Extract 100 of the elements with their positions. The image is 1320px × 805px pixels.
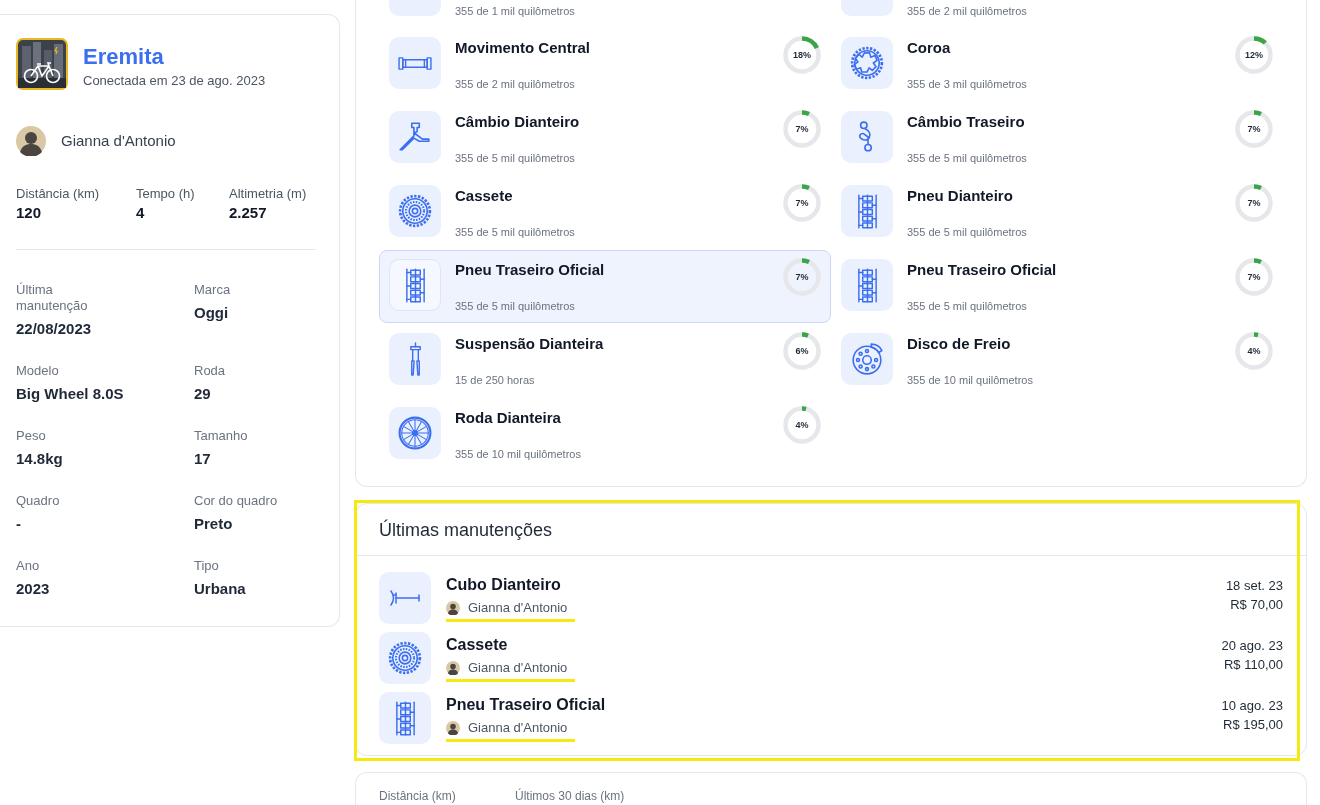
bike-illustration (16, 38, 68, 90)
detail-label: Roda (194, 363, 226, 379)
component-name: Pneu Dianteiro (907, 187, 1014, 205)
detail-value: 22/08/2023 (16, 320, 92, 338)
detail-label: Tipo (194, 558, 219, 574)
mechanic-name: Gianna d'Antonio (468, 720, 568, 736)
usage-percent: 6% (795, 346, 809, 356)
component-item[interactable]: Disco de Freio 355 de 10 mil quilômetros 4% (831, 324, 1283, 397)
detail-value: Oggi (194, 304, 229, 322)
avatar-icon (446, 601, 460, 615)
component-usage: 355 de 5 mil quilômetros (907, 151, 1028, 165)
stat-label: Altimetria (m) (229, 186, 308, 202)
detail-label: Última manutenção (16, 282, 89, 314)
owner-name: Gianna d'Antonio (61, 132, 176, 150)
component-name: Movimento Central (455, 39, 591, 57)
usage-percent: 18% (793, 50, 811, 60)
component-item[interactable]: Movimento Central 355 de 2 mil quilômetros 18% (379, 28, 831, 101)
cassette-icon (389, 185, 441, 237)
usage-percent: 4% (795, 420, 809, 430)
component-item[interactable]: Roda Dianteira 355 de 10 mil quilômetros 4% (379, 398, 831, 471)
tire-tread-icon (389, 259, 441, 311)
component-name: Câmbio Traseiro (907, 113, 1026, 131)
avatar-icon (446, 661, 460, 675)
detail-label: Peso (16, 428, 46, 444)
fork-icon (389, 333, 441, 385)
detail-value: 2023 (16, 580, 50, 598)
component-item[interactable]: Coroa 355 de 3 mil quilômetros 12% (831, 28, 1283, 101)
maintenance-price: R$ 110,00 (1223, 656, 1283, 673)
mechanic-name: Gianna d'Antonio (468, 660, 568, 676)
usage-percent: 7% (795, 198, 809, 208)
tire-tread-icon (841, 185, 893, 237)
component-usage: 355 de 1 mil quilômetros (455, 4, 575, 18)
component-usage: 355 de 10 mil quilômetros (907, 373, 1034, 387)
detail-label: Modelo (16, 363, 59, 379)
stat-label: Distância (km) (16, 186, 101, 202)
usage-percent: 7% (795, 272, 809, 282)
maintenance-part: Pneu Traseiro Oficial (446, 695, 606, 714)
component-item[interactable]: Pneu Traseiro Oficial 355 de 5 mil quilômetros 7% (379, 250, 831, 323)
component-item[interactable]: Suspensão Dianteira 15 de 250 horas 6% (379, 324, 831, 397)
component-name: Suspensão Dianteira (455, 335, 605, 353)
chainring-icon (841, 37, 893, 89)
component-item[interactable]: Câmbio Traseiro 355 de 5 mil quilômetros 7% (831, 102, 1283, 175)
component-item[interactable]: Pneu Dianteiro 355 de 5 mil quilômetros 7% (831, 176, 1283, 249)
section-title: Últimas manutenções (379, 518, 553, 541)
stat-label: Tempo (h) (136, 186, 196, 202)
usage-percent: 7% (1247, 272, 1261, 282)
summary-label: Últimos 30 dias (km) (515, 789, 625, 805)
component-usage: 355 de 5 mil quilômetros (907, 225, 1028, 239)
detail-label: Tamanho (194, 428, 248, 444)
bike-name: Eremita (83, 44, 165, 70)
stat-value: 4 (136, 204, 146, 222)
maintenance-part: Cubo Dianteiro (446, 575, 561, 594)
detail-value: 14.8kg (16, 450, 63, 468)
summary-label: Distância (km) (379, 789, 457, 805)
component-name: Câmbio Dianteiro (455, 113, 581, 131)
component-name: Cassete (455, 187, 514, 205)
component-item[interactable]: Pneu Traseiro Oficial 355 de 5 mil quilômetros 7% (831, 250, 1283, 323)
detail-value: - (16, 515, 21, 533)
component-name: Disco de Freio (907, 335, 1012, 353)
component-name: Coroa (907, 39, 952, 57)
tire-tread-icon (841, 259, 893, 311)
tire-tread-icon (379, 692, 431, 744)
component-usage: 355 de 2 mil quilômetros (907, 4, 1027, 18)
usage-percent: 7% (1247, 124, 1261, 134)
connected-date: Conectada em 23 de ago. 2023 (83, 73, 266, 89)
detail-value: Preto (194, 515, 233, 533)
usage-percent: 7% (795, 124, 809, 134)
component-usage: 355 de 3 mil quilômetros (907, 77, 1028, 91)
maintenance-date: 18 set. 23 (1225, 577, 1283, 594)
component-item[interactable]: Cassete 355 de 5 mil quilômetros 7% (379, 176, 831, 249)
component-usage: 355 de 5 mil quilômetros (455, 151, 576, 165)
maintenance-price: R$ 195,00 (1223, 716, 1283, 733)
component-usage: 355 de 5 mil quilômetros (455, 299, 576, 313)
usage-percent: 4% (1247, 346, 1261, 356)
detail-label: Cor do quadro (194, 493, 278, 509)
cassette-icon (379, 632, 431, 684)
derailleur-icon (841, 111, 893, 163)
detail-value: Urbana (194, 580, 246, 598)
component-name: Pneu Traseiro Oficial (455, 261, 606, 279)
bottom-bracket-icon (389, 37, 441, 89)
avatar-icon (446, 721, 460, 735)
stat-value: 120 (16, 204, 43, 222)
component-usage: 355 de 5 mil quilômetros (907, 299, 1028, 313)
mechanic-name: Gianna d'Antonio (468, 600, 568, 616)
avatar-icon (16, 126, 46, 156)
component-item[interactable]: Câmbio Dianteiro 355 de 5 mil quilômetros 7% (379, 102, 831, 175)
hub-icon (379, 572, 431, 624)
maintenance-price: R$ 70,00 (1230, 596, 1283, 613)
component-usage: 15 de 250 horas (455, 373, 536, 387)
detail-label: Quadro (16, 493, 60, 509)
derailleur-icon (389, 111, 441, 163)
detail-label: Ano (16, 558, 40, 574)
component-usage: 355 de 10 mil quilômetros (455, 447, 582, 461)
wheel-icon (389, 407, 441, 459)
detail-value: Big Wheel 8.0S (16, 385, 124, 403)
maintenance-part: Cassete (446, 635, 508, 654)
maintenance-date: 10 ago. 23 (1221, 697, 1283, 714)
component-usage: 355 de 2 mil quilômetros (455, 77, 576, 91)
detail-value: 29 (194, 385, 211, 403)
detail-value: 17 (194, 450, 211, 468)
